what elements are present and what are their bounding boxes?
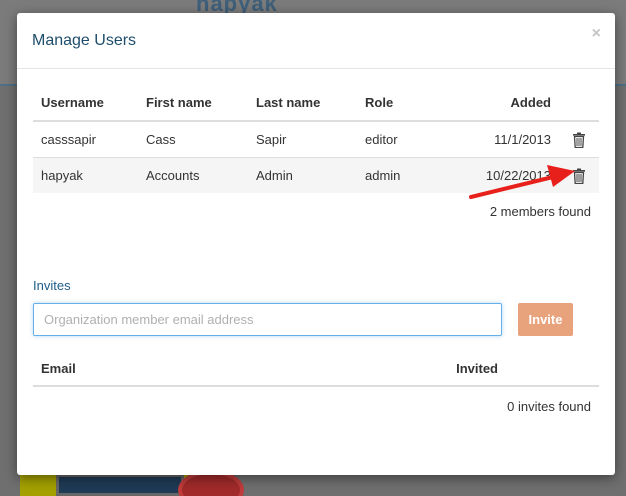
column-header-last-name[interactable]: Last name xyxy=(248,85,357,122)
column-header-email[interactable]: Email xyxy=(33,352,449,387)
column-header-added[interactable]: Added xyxy=(442,85,559,122)
invites-label: Invites xyxy=(33,278,71,293)
table-row: casssapir Cass Sapir editor 11/1/2013 xyxy=(33,120,599,157)
cell-role: admin xyxy=(357,156,442,193)
column-header-first-name[interactable]: First name xyxy=(138,85,248,122)
cell-first-name: Accounts xyxy=(138,156,248,193)
column-header-username[interactable]: Username xyxy=(33,85,138,122)
members-header-row: Username First name Last name Role Added xyxy=(33,85,599,122)
cell-username: hapyak xyxy=(33,156,138,193)
column-header-actions xyxy=(559,85,599,122)
annotation-arrow-icon xyxy=(469,165,575,199)
background-logo: hapyak xyxy=(196,0,278,14)
manage-users-modal: Manage Users × Username First name Last … xyxy=(17,13,615,475)
cell-role: editor xyxy=(357,120,442,157)
invites-header-row: Email Invited xyxy=(33,352,599,387)
invite-email-input[interactable] xyxy=(33,303,502,336)
invites-table: Email Invited xyxy=(33,352,599,387)
invites-count: 0 invites found xyxy=(507,399,591,414)
delete-cell xyxy=(559,120,599,157)
cell-last-name: Sapir xyxy=(248,120,357,157)
cell-last-name: Admin xyxy=(248,156,357,193)
close-button[interactable]: × xyxy=(592,25,601,43)
column-header-invited[interactable]: Invited xyxy=(448,352,599,387)
cell-added: 11/1/2013 xyxy=(442,120,559,157)
column-header-role[interactable]: Role xyxy=(357,85,442,122)
cell-first-name: Cass xyxy=(138,120,248,157)
modal-title: Manage Users xyxy=(32,32,137,49)
invite-button[interactable]: Invite xyxy=(518,303,573,336)
modal-header: Manage Users × xyxy=(17,13,615,69)
trash-icon[interactable] xyxy=(572,132,586,148)
cell-username: casssapir xyxy=(33,120,138,157)
